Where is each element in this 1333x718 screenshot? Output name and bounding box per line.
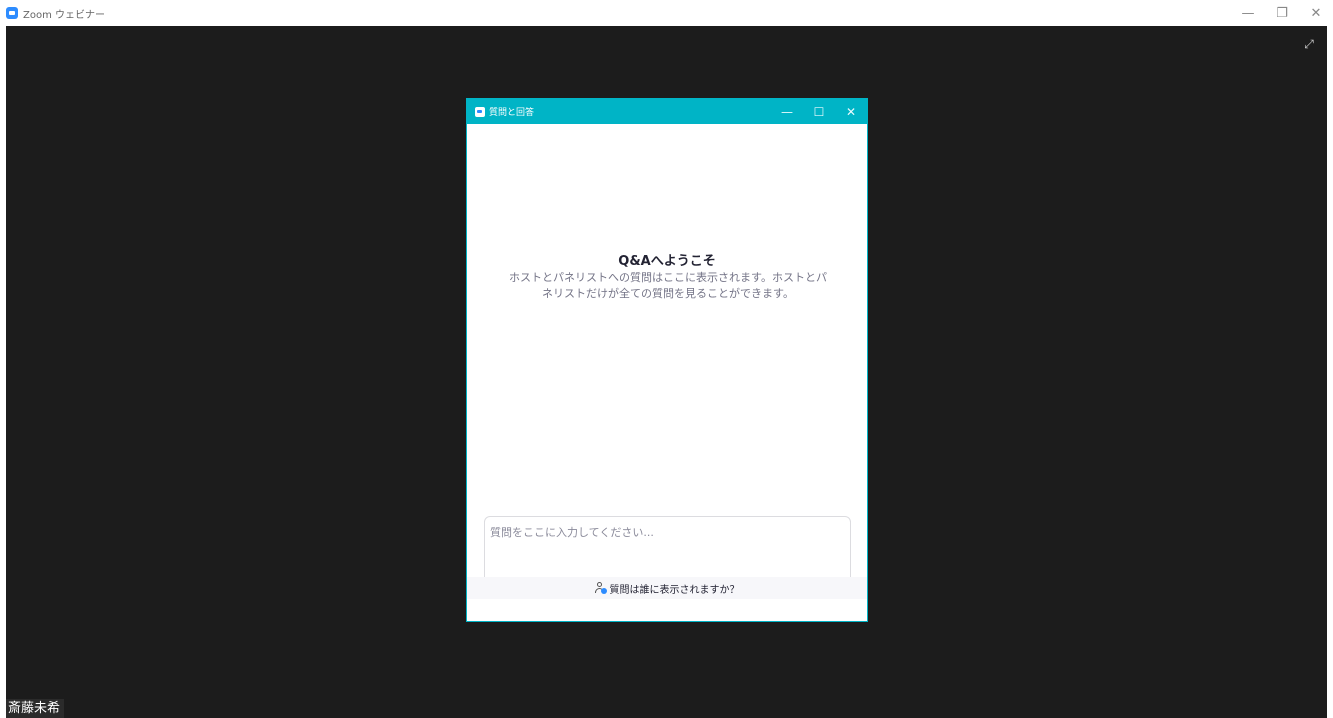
main-titlebar: Zoom ウェビナー — ❐ ✕: [0, 0, 1333, 26]
restore-button[interactable]: ❐: [1265, 0, 1299, 26]
qa-maximize-button[interactable]: ☐: [803, 99, 835, 124]
who-can-see-text: 質問は誰に表示されますか？: [609, 584, 740, 596]
welcome-description: ホストとパネリストへの質問はここに表示されます。ホストとパネリストだけが全ての質…: [509, 271, 827, 300]
main-window-title: Zoom ウェビナー: [23, 9, 106, 21]
qa-content: Q&Aへようこそ ホストとパネリストへの質問はここに表示されます。ホストとパネリ…: [467, 124, 867, 599]
zoom-app-icon: [6, 7, 18, 19]
qa-titlebar[interactable]: 質問と回答 — ☐ ✕: [467, 99, 867, 124]
close-button[interactable]: ✕: [1299, 0, 1333, 26]
qa-close-button[interactable]: ✕: [835, 99, 867, 124]
minimize-button[interactable]: —: [1231, 0, 1265, 26]
qa-window-controls: — ☐ ✕: [771, 99, 867, 124]
who-can-see-link[interactable]: 質問は誰に表示されますか？: [467, 577, 867, 599]
expand-icon[interactable]: ⤢: [1301, 36, 1317, 52]
welcome-title: Q&Aへようこそ: [618, 254, 716, 269]
qa-dialog: 質問と回答 — ☐ ✕ Q&Aへようこそ ホストとパネリストへの質問はここに表示…: [466, 98, 868, 622]
qa-dialog-title: 質問と回答: [489, 108, 535, 118]
participant-name-tag: 斎藤未希: [6, 699, 65, 718]
qa-minimize-button[interactable]: —: [771, 99, 803, 124]
zoom-app-icon: [475, 106, 485, 117]
main-window-controls: — ❐ ✕: [1231, 0, 1333, 26]
person-icon: [594, 582, 607, 594]
